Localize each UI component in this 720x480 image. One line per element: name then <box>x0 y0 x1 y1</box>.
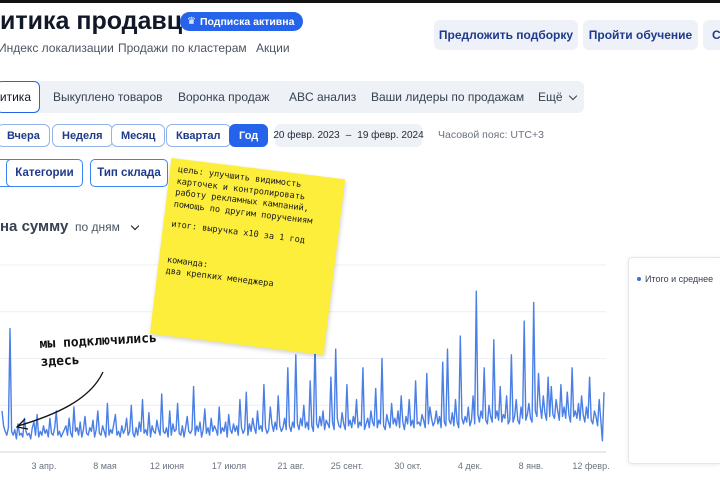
filter-categories-button[interactable]: Категории <box>6 159 83 187</box>
subscription-badge: ♛ Подписка активна <box>180 12 304 31</box>
take-training-button[interactable]: Пройти обучение <box>583 20 698 50</box>
tab-sales-leaders[interactable]: Ваши лидеры по продажам <box>371 81 524 113</box>
legend-item-totals[interactable]: Итого и среднее <box>637 274 713 284</box>
x-tick-label: 21 авг. <box>278 461 305 471</box>
group-by-select[interactable]: по дням <box>75 220 140 234</box>
x-tick-label: 17 июля <box>212 461 246 471</box>
x-tick-label: 8 мая <box>93 461 117 471</box>
link-promotions[interactable]: Акции <box>256 41 290 55</box>
x-tick-label: 30 окт. <box>394 461 421 471</box>
period-week[interactable]: Неделя <box>52 124 113 147</box>
date-to: 19 февр. 2024 <box>357 130 424 141</box>
link-cluster-sales[interactable]: Продажи по кластерам <box>118 41 247 55</box>
tab-sales-funnel[interactable]: Воронка продаж <box>178 81 269 113</box>
legend-label: Итого и среднее <box>645 274 714 284</box>
annotation-arrow <box>15 371 104 430</box>
chart-section-title: на сумму <box>0 218 69 235</box>
legend-panel: Итого и среднее <box>628 257 720 464</box>
period-quarter[interactable]: Квартал <box>166 124 231 147</box>
period-year[interactable]: Год <box>229 124 269 147</box>
chevron-down-icon <box>568 91 577 100</box>
crown-icon: ♛ <box>187 15 196 27</box>
chevron-down-icon <box>130 221 140 230</box>
subscription-badge-label: Подписка активна <box>199 15 295 28</box>
timezone-label: Часовой пояс: UTC+3 <box>438 129 544 141</box>
sticky-note: цель: улучшить видимость карточек и конт… <box>149 157 346 356</box>
tab-more-label: Ещё <box>538 90 563 104</box>
period-month[interactable]: Месяц <box>111 124 166 147</box>
sticky-goal: цель: улучшить видимость карточек и конт… <box>173 164 314 227</box>
tab-redeemed-goods[interactable]: Выкуплено товаров <box>53 81 163 113</box>
cut-off-button[interactable]: С <box>703 20 720 50</box>
x-tick-label: 8 янв. <box>519 461 544 471</box>
x-tick-label: 3 апр. <box>32 461 57 471</box>
handwritten-annotation: мы подключились здесь <box>39 330 158 372</box>
x-tick-label: 12 февр. <box>572 461 609 471</box>
annotation-arrow-line <box>17 371 104 427</box>
period-yesterday[interactable]: Вчера <box>0 124 50 147</box>
tab-abc-analysis[interactable]: ABC анализ <box>289 81 356 113</box>
group-by-value: по дням <box>75 220 120 234</box>
tab-analytics[interactable]: итика <box>0 81 40 113</box>
x-tick-label: 12 июня <box>150 461 184 471</box>
x-tick-label: 4 дек. <box>458 461 482 471</box>
filter-warehouse-type-button[interactable]: Тип склада <box>90 159 168 187</box>
legend-dot-icon <box>637 277 641 281</box>
suggest-selection-button[interactable]: Предложить подборку <box>434 20 578 50</box>
date-from: 20 февр. 2023 <box>273 130 340 141</box>
date-separator: – <box>345 130 352 141</box>
top-border <box>0 0 720 3</box>
date-range-picker[interactable]: 20 февр. 2023 – 19 февр. 2024 <box>273 124 424 147</box>
link-localization-index[interactable]: Индекс локализации <box>0 41 114 55</box>
page-title: итика продавца <box>0 7 197 35</box>
tab-more[interactable]: Ещё <box>538 81 577 113</box>
x-tick-label: 25 сент. <box>331 461 364 471</box>
